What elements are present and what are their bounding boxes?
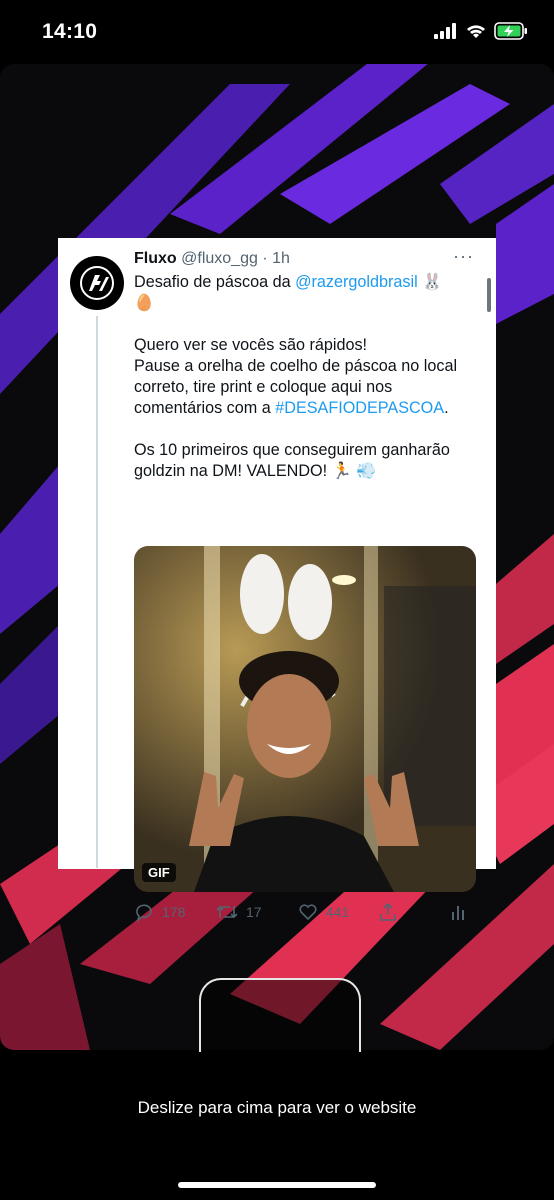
separator: · (262, 250, 268, 267)
tweet-time[interactable]: 1h (272, 250, 290, 267)
tweet-line: Pause a orelha de coelho de páscoa no lo… (134, 357, 458, 375)
hashtag-link[interactable]: #DESAFIODEPASCOA (275, 399, 444, 417)
tweet-line: correto, tire print e coloque aqui nos (134, 378, 393, 396)
reply-icon (136, 904, 152, 922)
fluxo-logo (80, 266, 114, 300)
tweet-actions: 178 17 441 (134, 902, 474, 926)
avatar[interactable] (70, 256, 124, 310)
egg-emoji: 🥚 (134, 294, 155, 312)
more-icon[interactable]: ··· (453, 246, 474, 267)
swipe-up-button[interactable] (199, 978, 361, 1052)
analytics-icon (452, 906, 464, 920)
tweet-line: comentários com a (134, 399, 271, 417)
display-name[interactable]: Fluxo (134, 250, 177, 267)
retweet-button[interactable]: 17 (216, 902, 262, 922)
like-button[interactable]: 441 (298, 902, 349, 922)
swipe-hint[interactable]: Deslize para cima para ver o website (0, 1098, 554, 1118)
tweet-card[interactable]: Fluxo @fluxo_gg · 1h ··· Desafio de pásc… (58, 238, 496, 922)
tweet-text: Desafio de páscoa da @razergoldbrasil 🐰 … (134, 272, 484, 482)
like-count: 441 (326, 904, 350, 920)
signal-icon (434, 23, 456, 39)
clock: 14:10 (42, 20, 98, 43)
tweet-line-1: Desafio de páscoa da (134, 273, 291, 291)
retweet-count: 17 (246, 904, 262, 920)
reply-button[interactable]: 178 (134, 902, 185, 922)
gif-badge: GIF (142, 863, 176, 882)
status-bar: 14:10 (0, 0, 554, 64)
retweet-icon (216, 905, 238, 919)
tweet-line: Os 10 primeiros que conseguirem ganharão (134, 441, 450, 459)
handle[interactable]: @fluxo_gg (181, 250, 258, 267)
wifi-icon (467, 25, 485, 38)
story-content[interactable]: Fluxo @fluxo_gg · 1h ··· Desafio de pásc… (0, 64, 554, 1050)
rabbit-emoji: 🐰 (422, 273, 443, 291)
tweet-gif[interactable]: GIF (134, 546, 476, 892)
share-button[interactable] (378, 902, 398, 922)
home-indicator[interactable] (178, 1182, 376, 1188)
share-icon (380, 902, 396, 921)
thread-line (96, 316, 98, 868)
battery-charging-icon (494, 22, 527, 40)
reply-count: 178 (162, 904, 186, 920)
tweet-header: Fluxo @fluxo_gg · 1h (134, 250, 290, 268)
mention-link[interactable]: @razergoldbrasil (295, 273, 418, 291)
like-icon (299, 904, 317, 921)
scrollbar[interactable] (487, 278, 491, 312)
gif-image (134, 546, 476, 892)
tweet-line: Quero ver se vocês são rápidos! (134, 336, 368, 354)
status-icons (434, 22, 528, 40)
analytics-button[interactable] (450, 902, 466, 922)
period: . (444, 399, 449, 417)
tweet-line: goldzin na DM! VALENDO! 🏃 💨 (134, 462, 377, 480)
